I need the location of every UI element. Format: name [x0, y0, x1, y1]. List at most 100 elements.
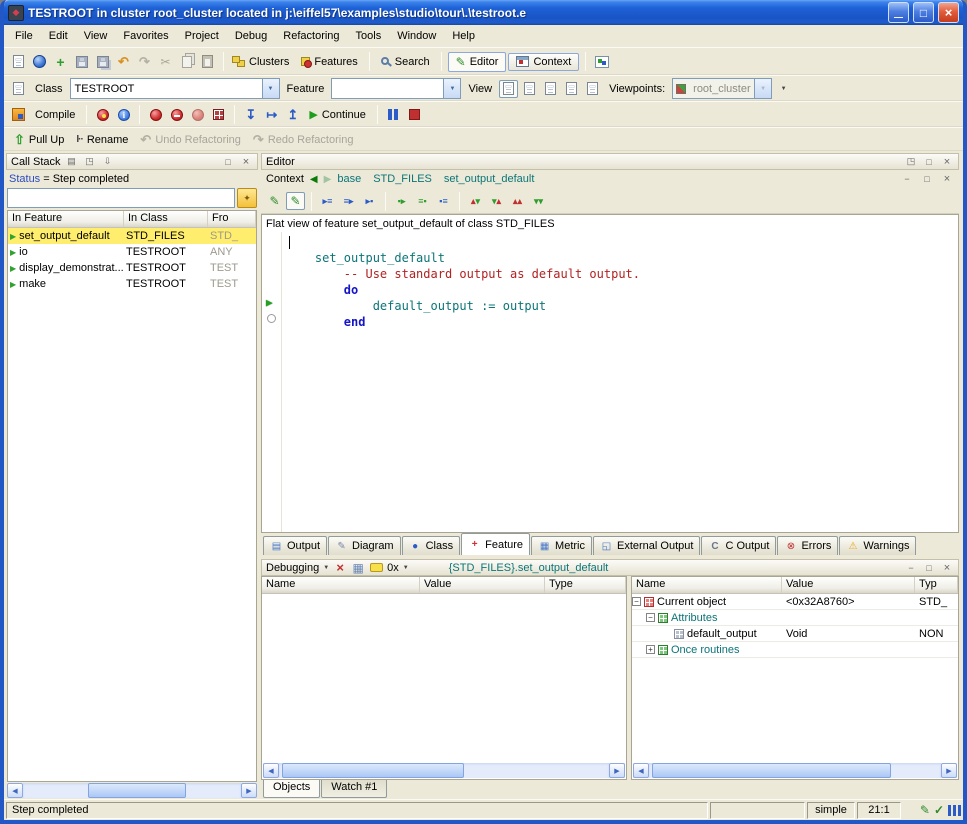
continue-button[interactable]: Continue [304, 106, 371, 123]
feature-combo[interactable] [331, 78, 461, 99]
menu-tools[interactable]: Tools [348, 27, 390, 45]
call-stack-row[interactable]: display_demonstrat... TESTROOT TEST [8, 260, 256, 276]
breakpoint-info-icon[interactable] [209, 106, 228, 124]
tab-warnings[interactable]: ⚠Warnings [839, 536, 916, 555]
objects-hscrollbar[interactable] [633, 763, 957, 778]
send-to-class-icon[interactable] [9, 80, 28, 98]
tab-feature[interactable]: +Feature [461, 533, 530, 555]
maximize-panel-icon[interactable] [221, 155, 235, 168]
undock-icon[interactable] [83, 155, 97, 168]
watch-column-type[interactable]: Type [545, 577, 626, 593]
edit-feature-icon[interactable] [265, 192, 284, 210]
step-out-icon[interactable] [283, 106, 302, 124]
remove-breakpoints-icon[interactable] [188, 106, 207, 124]
editor-toggle-button[interactable]: Editor [448, 52, 507, 72]
scroll-right-icon[interactable] [941, 763, 957, 778]
object-tree-row[interactable]: + Once routines [632, 642, 958, 658]
history-forward-icon[interactable] [324, 174, 332, 185]
viewpoints-combo-dropdown-icon[interactable] [754, 79, 771, 98]
read-only-toggle-icon[interactable] [934, 803, 944, 817]
cut-icon[interactable] [156, 53, 175, 71]
homonyms-icon[interactable]: ▾▾ [529, 192, 548, 210]
undock-editor-icon[interactable] [904, 155, 918, 168]
tab-errors[interactable]: ⊗Errors [777, 536, 838, 555]
code-area[interactable]: set_output_default -- Use standard outpu… [262, 232, 958, 532]
undo-refactoring-button[interactable]: Undo Refactoring [135, 130, 246, 150]
close-button[interactable] [938, 2, 959, 23]
call-stack-row[interactable]: make TESTROOT TEST [8, 276, 256, 292]
new-development-window-icon[interactable] [592, 53, 611, 71]
stack-depth-button[interactable] [237, 188, 257, 208]
objects-column-type[interactable]: Typ [915, 577, 958, 593]
feature-combo-dropdown-icon[interactable] [443, 79, 460, 98]
context-toggle-button[interactable]: Context [508, 53, 579, 71]
scroll-right-icon[interactable] [241, 783, 257, 798]
debugging-dropdown-icon[interactable] [323, 565, 329, 571]
contract-view-icon[interactable] [562, 80, 581, 98]
discard-assertions-icon[interactable] [93, 106, 112, 124]
crumb-class[interactable]: STD_FILES [373, 173, 432, 185]
maximize-debug-icon[interactable] [922, 561, 936, 574]
maximize-button[interactable] [913, 2, 934, 23]
rename-button[interactable]: Rename [71, 132, 133, 148]
tab-external-output[interactable]: ◱External Output [593, 536, 700, 555]
copy-icon[interactable] [177, 53, 196, 71]
menu-debug[interactable]: Debug [227, 27, 275, 45]
editor-content[interactable]: Flat view of feature set_output_default … [261, 214, 959, 533]
menu-view[interactable]: View [76, 27, 116, 45]
edit-context-feature-icon[interactable] [286, 192, 305, 210]
new-document-icon[interactable] [9, 53, 28, 71]
viewpoints-combo[interactable]: root_cluster [672, 78, 772, 99]
hex-toggle[interactable]: 0x [387, 562, 399, 574]
object-tree-row[interactable]: − Attributes [632, 610, 958, 626]
crumb-cluster[interactable]: base [337, 173, 361, 185]
call-stack-row[interactable]: set_output_default STD_FILES STD_ [8, 228, 256, 244]
collapse-icon[interactable]: − [646, 613, 655, 622]
enable-breakpoints-icon[interactable] [146, 106, 165, 124]
call-stack-hscrollbar[interactable] [7, 783, 257, 798]
tab-metric[interactable]: ▦Metric [531, 536, 592, 555]
creation-icon[interactable]: ▪≡ [434, 192, 453, 210]
menu-window[interactable]: Window [389, 27, 444, 45]
redo-refactoring-button[interactable]: Redo Refactoring [248, 130, 359, 150]
descendant-versions-icon[interactable]: ▾▴ [487, 192, 506, 210]
save-all-icon[interactable] [93, 53, 112, 71]
tab-c-output[interactable]: CC Output [701, 536, 776, 555]
objects-empty-area[interactable] [632, 658, 958, 762]
compile-button[interactable]: Compile [30, 107, 80, 123]
close-panel-icon[interactable] [239, 155, 253, 168]
tab-output[interactable]: ▤Output [263, 536, 327, 555]
notes-icon[interactable] [369, 561, 383, 574]
minimize-button[interactable] [888, 2, 909, 23]
open-icon[interactable] [30, 53, 49, 71]
tab-watch-1[interactable]: Watch #1 [321, 780, 387, 798]
menu-edit[interactable]: Edit [41, 27, 76, 45]
creators-icon[interactable]: ≡▪ [413, 192, 432, 210]
close-debug-icon[interactable] [940, 561, 954, 574]
watch-hscrollbar[interactable] [263, 763, 625, 778]
collapse-icon[interactable]: − [632, 597, 641, 606]
stop-icon[interactable] [405, 106, 424, 124]
hex-dropdown-icon[interactable] [403, 565, 409, 571]
callees-icon[interactable]: ≡▸ [339, 192, 358, 210]
disable-breakpoints-icon[interactable] [167, 106, 186, 124]
scroll-right-icon[interactable] [609, 763, 625, 778]
objects-column-name[interactable]: Name [632, 577, 782, 593]
tab-diagram[interactable]: ✎Diagram [328, 536, 401, 555]
pause-icon[interactable] [384, 106, 403, 124]
save-icon[interactable] [72, 53, 91, 71]
call-stack-row[interactable]: io TESTROOT ANY [8, 244, 256, 260]
paste-icon[interactable] [198, 53, 217, 71]
scroll-left-icon[interactable] [263, 763, 279, 778]
address-overflow-icon[interactable] [774, 80, 793, 98]
clickable-view-icon[interactable] [520, 80, 539, 98]
menu-file[interactable]: File [7, 27, 41, 45]
redo-icon[interactable] [135, 53, 154, 71]
column-mode-icon[interactable] [948, 805, 961, 816]
history-back-icon[interactable] [310, 174, 318, 185]
interface-view-icon[interactable] [583, 80, 602, 98]
save-call-stack-icon[interactable] [65, 155, 79, 168]
stop-debug-icon[interactable] [333, 561, 347, 574]
menu-help[interactable]: Help [444, 27, 483, 45]
step-into-icon[interactable] [241, 106, 260, 124]
